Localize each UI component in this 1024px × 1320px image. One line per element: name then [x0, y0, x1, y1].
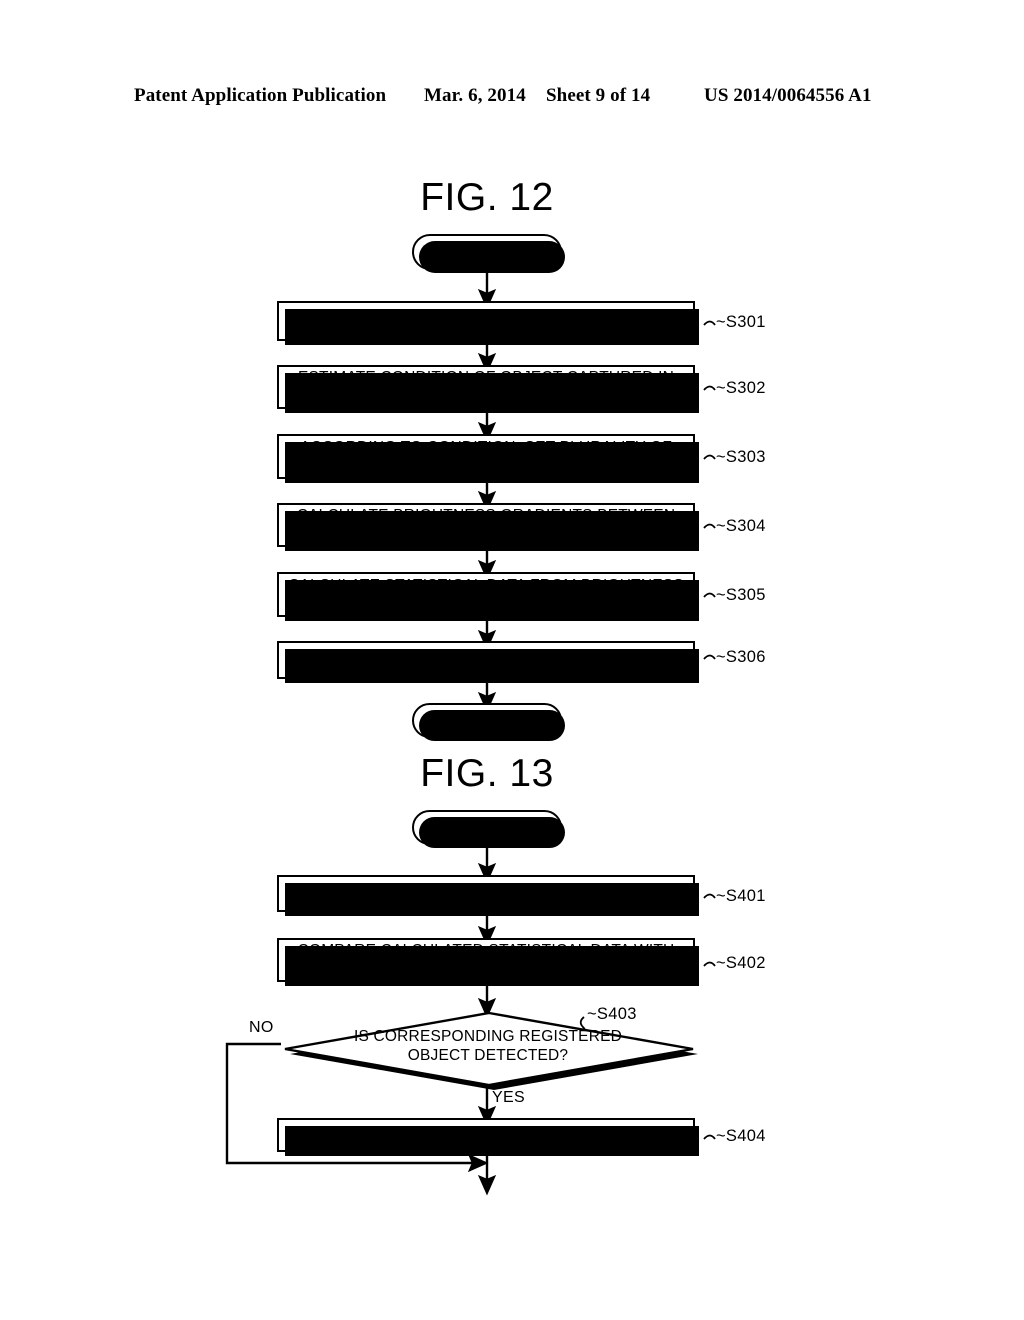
- fig12-ref-s301-text: ~S301: [716, 313, 766, 331]
- fig12-step-s304-text: CALCULATE BRIGHTNESS GRADIENTS BETWEEN S…: [296, 507, 676, 543]
- fig12-ref-s305: ~S305: [716, 586, 766, 605]
- fig13-ref-s401-text: ~S401: [716, 887, 766, 905]
- figure-title-12: FIG. 12: [420, 176, 554, 219]
- fig12-ref-s303: ~S303: [716, 448, 766, 467]
- fig12-step-s305-text: CALCULATE STATISTICAL DATA FROM BRIGHTNE…: [288, 576, 684, 613]
- fig12-ref-s302-text: ~S302: [716, 379, 766, 397]
- fig12-ref-s301: ~S301: [716, 313, 766, 332]
- fig12-step-s304: CALCULATE BRIGHTNESS GRADIENTS BETWEEN S…: [277, 503, 699, 551]
- fig13-step-s402-text: COMPARE CALCULATED STATISTICAL DATA WITH…: [297, 942, 675, 978]
- fig12-step-s301-text: OBTAIN IMAGE: [429, 312, 543, 330]
- fig12-step-s303: ACCORDING TO CONDITION, SET PLURALITY OF…: [277, 434, 699, 483]
- fig13-ref-s403: ~S403: [587, 1005, 637, 1024]
- fig13-step-s401: RECEIVE STATISTICAL DATA FROM CLIENT DEV…: [277, 875, 699, 916]
- fig12-ref-s304: ~S304: [716, 517, 766, 536]
- fig12-step-s306: SEND STATISTICAL DATA TO SERVER DEVICE: [277, 641, 699, 683]
- fig13-ref-s404-text: ~S404: [716, 1127, 766, 1145]
- fig13-branch-yes-text: YES: [492, 1089, 525, 1106]
- fig13-branch-yes-label: YES: [492, 1089, 525, 1107]
- fig12-step-s305: CALCULATE STATISTICAL DATA FROM BRIGHTNE…: [277, 572, 699, 621]
- fig12-step-s303-text: ACCORDING TO CONDITION, SET PLURALITY OF…: [299, 438, 673, 475]
- header-patent-number: US 2014/0064556 A1: [704, 85, 872, 106]
- fig13-branch-no-label: NO: [249, 1019, 274, 1037]
- fig13-decision-s403-text: IS CORRESPONDING REGISTERED OBJECT DETEC…: [353, 1028, 623, 1064]
- page-header: Patent Application Publication Mar. 6, 2…: [134, 85, 890, 109]
- fig12-ref-s306: ~S306: [716, 648, 766, 667]
- fig13-ref-s401: ~S401: [716, 887, 766, 906]
- fig13-step-s404: OUTPUT NOTIFICATION THAT OBJECT IS DETEC…: [277, 1118, 699, 1156]
- fig12-ref-s303-text: ~S303: [716, 448, 766, 466]
- fig13-branch-no-text: NO: [249, 1019, 274, 1036]
- fig12-start-label: START: [461, 243, 513, 260]
- fig13-step-s404-text: OUTPUT NOTIFICATION THAT OBJECT IS DETEC…: [286, 1126, 686, 1144]
- fig12-ref-s302: ~S302: [716, 379, 766, 398]
- fig13-start-label: START: [461, 818, 513, 836]
- fig13-ref-s404: ~S404: [716, 1127, 766, 1146]
- figure-title-13: FIG. 13: [420, 752, 554, 795]
- header-publication-title: Patent Application Publication: [134, 85, 387, 106]
- fig13-ref-s403-text: ~S403: [587, 1005, 637, 1023]
- fig13-step-s401-text: RECEIVE STATISTICAL DATA FROM CLIENT DEV…: [291, 885, 681, 902]
- fig13-ref-s402-text: ~S402: [716, 954, 766, 972]
- fig12-ref-s306-text: ~S306: [716, 648, 766, 666]
- fig12-step-s306-text: SEND STATISTICAL DATA TO SERVER DEVICE: [312, 651, 660, 669]
- fig13-ref-s402: ~S402: [716, 954, 766, 973]
- fig13-start-terminal: START: [412, 810, 565, 848]
- fig12-ref-s304-text: ~S304: [716, 517, 766, 535]
- fig12-start-terminal: START: [412, 234, 565, 273]
- fig12-ref-s305-text: ~S305: [716, 586, 766, 604]
- fig12-step-s302: ESTIMATE CONDITION OF OBJECT CAPTURED IN…: [277, 365, 699, 413]
- fig12-step-s302-text: ESTIMATE CONDITION OF OBJECT CAPTURED IN…: [297, 369, 674, 405]
- fig12-end-terminal: END: [412, 703, 565, 741]
- fig13-step-s402: COMPARE CALCULATED STATISTICAL DATA WITH…: [277, 938, 699, 986]
- fig12-end-label: END: [470, 711, 504, 729]
- header-sheet-number: Sheet 9 of 14: [546, 85, 651, 106]
- fig12-step-s301: OBTAIN IMAGE: [277, 301, 699, 345]
- header-publication-date: Mar. 6, 2014: [424, 85, 526, 106]
